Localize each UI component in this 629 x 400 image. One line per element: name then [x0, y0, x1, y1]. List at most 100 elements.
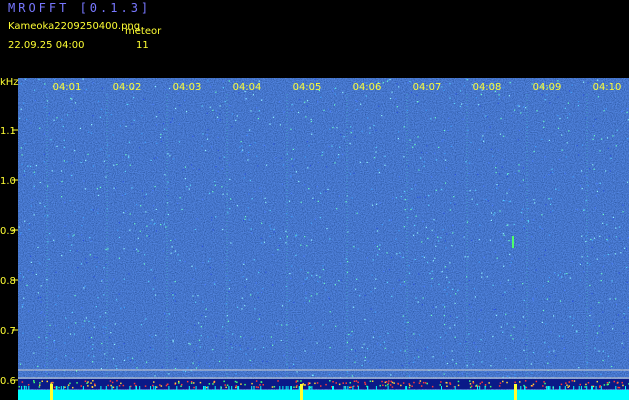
noise-speckle — [550, 211, 552, 213]
noise-speckle — [212, 191, 214, 193]
noise-speckle — [351, 197, 353, 199]
noise-speckle — [259, 313, 261, 316]
noise-speckle — [129, 78, 131, 81]
noise-speckle — [71, 174, 73, 177]
noise-speckle — [91, 348, 93, 350]
noise-speckle — [425, 152, 428, 154]
noise-speckle — [595, 118, 597, 120]
noise-speckle — [298, 180, 300, 183]
noise-speckle — [215, 335, 217, 337]
noise-speckle — [46, 347, 48, 349]
carrier-speckle — [296, 384, 298, 387]
noise-speckle — [509, 283, 511, 285]
noise-speckle — [215, 110, 217, 112]
carrier-speckle — [475, 385, 477, 387]
noise-speckle — [424, 348, 426, 350]
noise-speckle — [431, 278, 433, 280]
noise-speckle — [384, 155, 386, 157]
noise-speckle — [278, 245, 280, 247]
noise-speckle — [249, 129, 251, 131]
noise-speckle — [511, 115, 513, 117]
noise-speckle — [396, 83, 398, 85]
noise-speckle — [572, 300, 574, 302]
noise-speckle — [478, 149, 480, 151]
noise-speckle — [50, 139, 52, 141]
noise-speckle — [570, 91, 572, 93]
noise-speckle — [304, 101, 306, 103]
noise-speckle — [359, 295, 361, 297]
noise-speckle — [435, 159, 438, 161]
noise-speckle — [542, 285, 544, 287]
noise-speckle — [114, 323, 116, 325]
noise-speckle — [457, 371, 459, 373]
noise-speckle — [545, 323, 547, 325]
noise-speckle — [596, 336, 598, 338]
noise-speckle — [310, 222, 312, 224]
noise-speckle — [326, 228, 328, 230]
noise-speckle — [136, 204, 138, 206]
noise-speckle — [487, 116, 489, 118]
noise-speckle — [305, 278, 307, 280]
noise-speckle — [438, 146, 440, 148]
noise-speckle — [160, 140, 162, 142]
noise-speckle — [85, 258, 87, 260]
noise-speckle — [115, 365, 117, 367]
noise-speckle — [145, 361, 148, 363]
noise-speckle — [564, 107, 566, 109]
noise-speckle — [585, 240, 587, 243]
noise-speckle — [490, 148, 493, 150]
noise-speckle — [435, 245, 437, 247]
noise-speckle — [239, 344, 241, 347]
noise-speckle — [582, 94, 585, 96]
noise-speckle — [229, 164, 231, 166]
noise-speckle — [50, 334, 52, 336]
noise-speckle — [300, 269, 302, 271]
noise-speckle — [469, 190, 471, 192]
noise-speckle — [444, 240, 446, 242]
noise-speckle — [500, 326, 502, 328]
noise-speckle — [129, 213, 131, 215]
carrier-speckle — [64, 386, 66, 388]
noise-speckle — [244, 216, 247, 218]
noise-speckle — [82, 78, 84, 80]
noise-speckle — [202, 198, 204, 201]
carrier-speckle — [41, 380, 43, 382]
noise-speckle — [480, 309, 482, 311]
noise-speckle — [148, 335, 151, 337]
noise-speckle — [623, 346, 625, 348]
noise-speckle — [596, 258, 598, 260]
noise-speckle — [625, 321, 627, 323]
baseline-spike — [260, 386, 262, 390]
noise-speckle — [451, 350, 453, 352]
noise-speckle — [304, 156, 306, 158]
noise-speckle — [310, 118, 312, 120]
noise-speckle — [583, 81, 585, 83]
noise-speckle — [265, 164, 268, 166]
noise-speckle — [134, 361, 136, 363]
noise-speckle — [171, 117, 174, 120]
noise-speckle — [123, 248, 125, 250]
noise-speckle — [439, 336, 442, 338]
carrier-speckle — [27, 384, 30, 386]
noise-speckle — [499, 133, 502, 135]
noise-speckle — [98, 261, 100, 263]
noise-speckle — [64, 201, 66, 203]
noise-speckle — [561, 134, 563, 136]
noise-speckle — [468, 304, 471, 306]
noise-speckle — [280, 339, 282, 342]
noise-speckle — [541, 138, 543, 140]
noise-speckle — [128, 273, 130, 275]
noise-speckle — [172, 292, 174, 294]
noise-speckle — [61, 118, 63, 121]
baseline-spike — [168, 386, 170, 390]
noise-speckle — [483, 256, 485, 258]
noise-speckle — [192, 168, 194, 170]
carrier-speckle — [488, 382, 490, 384]
noise-speckle — [243, 336, 245, 338]
noise-speckle — [523, 349, 525, 351]
noise-speckle — [171, 246, 173, 248]
noise-speckle — [65, 129, 67, 131]
carrier-speckle — [262, 384, 264, 386]
noise-speckle — [249, 219, 251, 221]
noise-speckle — [336, 127, 338, 129]
